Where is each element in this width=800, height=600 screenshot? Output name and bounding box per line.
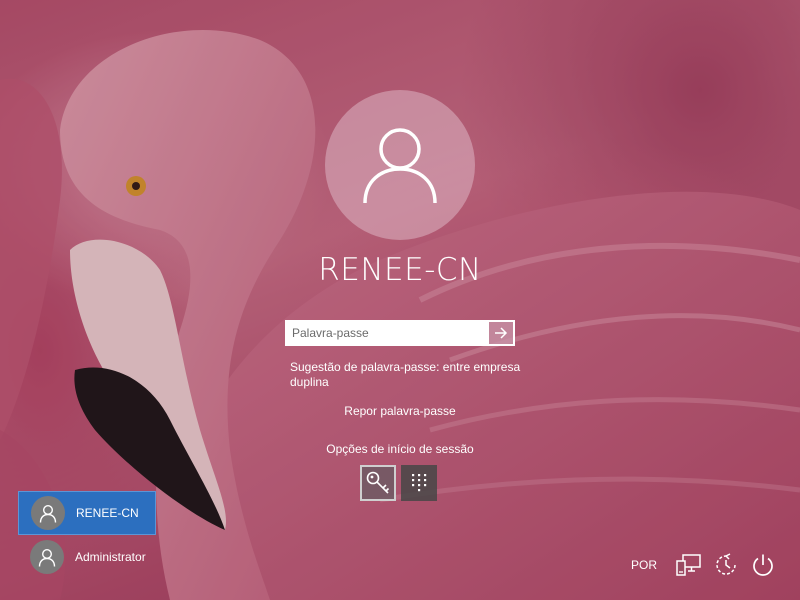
- password-hint: Sugestão de palavra-passe: entre empresa…: [290, 360, 521, 389]
- system-tray: POR: [631, 550, 778, 580]
- ease-of-access-button[interactable]: [711, 550, 741, 580]
- user-list: RENEE-CN Administrator: [18, 491, 156, 579]
- lock-screen: RENEE-CN Sugestão de palavra-passe: entr…: [0, 0, 800, 600]
- input-language-indicator[interactable]: POR: [631, 558, 657, 572]
- arrow-right-icon: [495, 327, 508, 339]
- user-avatar-small: [31, 496, 65, 530]
- user-icon: [363, 128, 437, 204]
- pin-keypad-icon: [412, 474, 427, 492]
- signin-option-pin[interactable]: [401, 465, 437, 501]
- user-list-item-label: Administrator: [75, 550, 146, 564]
- reset-password-link[interactable]: Repor palavra-passe: [300, 404, 500, 418]
- current-user-name: RENEE-CN: [318, 252, 482, 288]
- password-input[interactable]: [285, 320, 489, 346]
- user-avatar-small: [30, 540, 64, 574]
- submit-password-button[interactable]: [489, 320, 515, 346]
- ease-of-access-icon: [716, 553, 736, 575]
- signin-option-password[interactable]: [360, 465, 396, 501]
- signin-options-label[interactable]: Opções de início de sessão: [280, 442, 520, 456]
- user-list-item-renee-cn[interactable]: RENEE-CN: [18, 491, 156, 535]
- password-box: [285, 320, 515, 346]
- user-list-item-administrator[interactable]: Administrator: [18, 535, 156, 579]
- user-list-item-label: RENEE-CN: [76, 506, 139, 520]
- network-button[interactable]: [674, 550, 704, 580]
- user-avatar-large: [325, 90, 475, 240]
- user-icon: [38, 548, 56, 567]
- power-icon: [753, 554, 773, 576]
- network-icon: [676, 554, 701, 576]
- key-icon: [366, 471, 390, 494]
- power-button[interactable]: [748, 550, 778, 580]
- user-icon: [39, 504, 57, 523]
